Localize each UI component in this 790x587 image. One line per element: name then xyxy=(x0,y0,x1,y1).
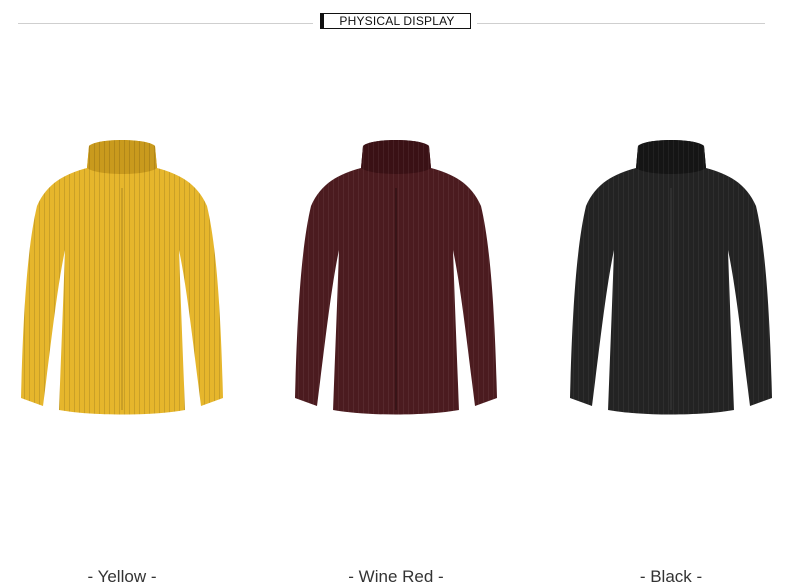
product-caption: - Yellow - xyxy=(87,567,157,586)
product-caption: - Wine Red - xyxy=(348,567,444,586)
sweater-image xyxy=(570,140,772,415)
product-image-black: - Black - xyxy=(556,128,786,586)
section-title: PHYSICAL DISPLAY xyxy=(320,13,471,29)
sweater-image xyxy=(21,140,223,415)
header-divider-left xyxy=(18,23,313,24)
product-image-wine-red: - Wine Red - xyxy=(281,128,511,586)
product-caption: - Black - xyxy=(639,567,703,586)
product-image-yellow: - Yellow - xyxy=(7,128,237,586)
header-divider-right xyxy=(477,23,765,24)
sweater-image xyxy=(295,140,497,415)
